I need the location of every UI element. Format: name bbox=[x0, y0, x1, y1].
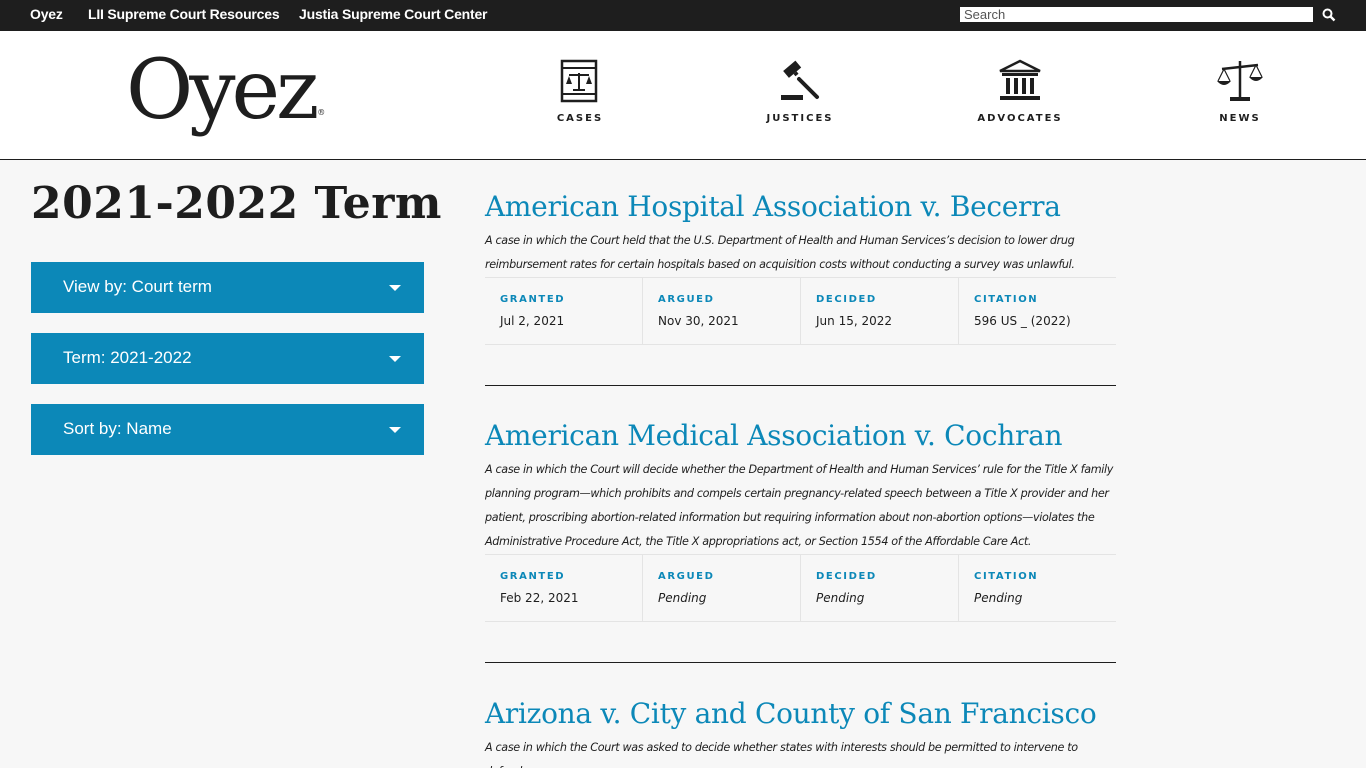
search-input[interactable] bbox=[960, 7, 1313, 22]
top-bar: Oyez LII Supreme Court Resources Justia … bbox=[0, 0, 1366, 31]
sort-by-label: Sort by: Name bbox=[63, 419, 172, 438]
argued-value: Nov 30, 2021 bbox=[658, 314, 739, 328]
citation-value: Pending bbox=[974, 591, 1023, 605]
term-label: Term: 2021-2022 bbox=[63, 348, 192, 367]
decided-value: Pending bbox=[816, 591, 865, 605]
case-meta: GRANTED Jul 2, 2021 ARGUED Nov 30, 2021 … bbox=[485, 277, 1116, 345]
argued-label: ARGUED bbox=[658, 294, 715, 305]
chevron-down-icon bbox=[389, 285, 401, 291]
citation-cell: CITATION 596 US _ (2022) bbox=[959, 278, 1116, 344]
view-by-dropdown[interactable]: View by: Court term bbox=[31, 262, 424, 313]
nav-news-label: NEWS bbox=[1219, 113, 1261, 124]
case-description: A case in which the Court will decide wh… bbox=[485, 463, 1114, 548]
case-title-link[interactable]: American Hospital Association v. Becerra bbox=[485, 190, 1116, 223]
case-description: A case in which the Court held that the … bbox=[485, 234, 1075, 271]
oyez-link[interactable]: Oyez bbox=[30, 6, 63, 22]
scales-icon bbox=[1180, 59, 1300, 103]
decided-cell: DECIDED Pending bbox=[801, 555, 959, 621]
case-divider bbox=[485, 662, 1116, 663]
granted-cell: GRANTED Jul 2, 2021 bbox=[485, 278, 643, 344]
nav-justices-label: JUSTICES bbox=[766, 113, 834, 124]
case-item: American Medical Association v. Cochran … bbox=[485, 419, 1116, 622]
decided-label: DECIDED bbox=[816, 294, 877, 305]
lii-link[interactable]: LII Supreme Court Resources bbox=[88, 6, 280, 22]
view-by-label: View by: Court term bbox=[63, 277, 212, 296]
chevron-down-icon bbox=[389, 356, 401, 362]
granted-label: GRANTED bbox=[500, 571, 566, 582]
oyez-logo[interactable]: Oyez ® bbox=[126, 41, 325, 141]
citation-label: CITATION bbox=[974, 571, 1039, 582]
argued-label: ARGUED bbox=[658, 571, 715, 582]
justia-link[interactable]: Justia Supreme Court Center bbox=[299, 6, 488, 22]
nav-advocates[interactable]: ADVOCATES bbox=[960, 59, 1080, 124]
nav-cases-label: CASES bbox=[556, 113, 604, 124]
argued-cell: ARGUED Pending bbox=[643, 555, 801, 621]
case-item: Arizona v. City and County of San Franci… bbox=[485, 697, 1116, 768]
decided-value: Jun 15, 2022 bbox=[816, 314, 893, 328]
granted-value: Feb 22, 2021 bbox=[500, 591, 579, 605]
case-item: American Hospital Association v. Becerra… bbox=[485, 190, 1116, 345]
case-title-link[interactable]: Arizona v. City and County of San Franci… bbox=[485, 697, 1116, 730]
nav-cases[interactable]: CASES bbox=[520, 59, 640, 124]
nav-news[interactable]: NEWS bbox=[1180, 59, 1300, 124]
term-title: 2021-2022 Term bbox=[31, 178, 442, 229]
case-divider bbox=[485, 385, 1116, 386]
gavel-icon bbox=[740, 59, 860, 103]
granted-cell: GRANTED Feb 22, 2021 bbox=[485, 555, 643, 621]
granted-value: Jul 2, 2021 bbox=[500, 314, 565, 328]
cases-book-icon bbox=[520, 59, 640, 103]
nav-justices[interactable]: JUSTICES bbox=[740, 59, 860, 124]
nav-advocates-label: ADVOCATES bbox=[977, 113, 1063, 124]
chevron-down-icon bbox=[389, 427, 401, 433]
sort-by-dropdown[interactable]: Sort by: Name bbox=[31, 404, 424, 455]
citation-label: CITATION bbox=[974, 294, 1039, 305]
case-meta: GRANTED Feb 22, 2021 ARGUED Pending DECI… bbox=[485, 554, 1116, 622]
citation-cell: CITATION Pending bbox=[959, 555, 1116, 621]
argued-cell: ARGUED Nov 30, 2021 bbox=[643, 278, 801, 344]
case-description: A case in which the Court was asked to d… bbox=[485, 741, 1078, 768]
courthouse-icon bbox=[960, 59, 1080, 103]
site-header: Oyez ® CASES JUSTICES ADVOCATES NEWS bbox=[0, 31, 1366, 160]
granted-label: GRANTED bbox=[500, 294, 566, 305]
decided-label: DECIDED bbox=[816, 571, 877, 582]
decided-cell: DECIDED Jun 15, 2022 bbox=[801, 278, 959, 344]
argued-value: Pending bbox=[658, 591, 707, 605]
case-title-link[interactable]: American Medical Association v. Cochran bbox=[485, 419, 1116, 452]
term-dropdown[interactable]: Term: 2021-2022 bbox=[31, 333, 424, 384]
citation-value: 596 US _ (2022) bbox=[974, 314, 1071, 328]
search-icon[interactable] bbox=[1322, 7, 1338, 23]
